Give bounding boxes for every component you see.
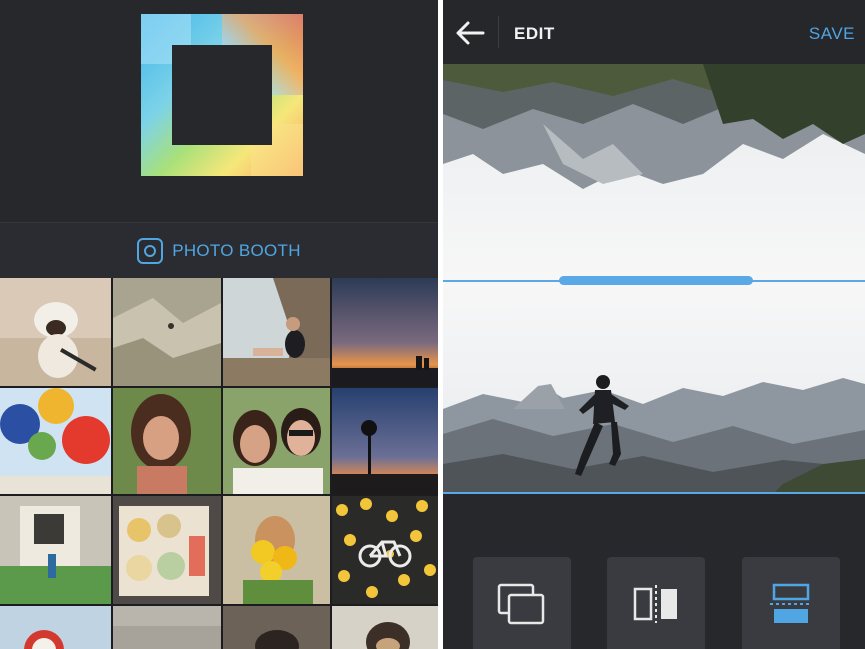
photo-thumbnail[interactable] <box>332 606 438 649</box>
photo-thumbnail[interactable] <box>113 606 221 649</box>
save-button[interactable]: SAVE <box>809 24 855 44</box>
layout-home-screen: PHOTO BOOTH <box>0 0 438 649</box>
edit-tools <box>443 494 865 649</box>
photo-thumbnail[interactable] <box>223 496 330 604</box>
back-arrow-icon[interactable] <box>455 20 485 46</box>
replace-icon <box>497 583 545 625</box>
photo-booth-label: PHOTO BOOTH <box>172 240 301 260</box>
app-header <box>0 0 438 222</box>
flip-icon <box>770 583 812 623</box>
photo-thumbnail[interactable] <box>332 496 438 604</box>
edit-screen: EDIT SAVE <box>443 0 865 649</box>
photo-thumbnail[interactable] <box>223 278 330 386</box>
toolbar-divider <box>498 16 499 48</box>
layout-logo-icon <box>141 14 303 176</box>
photo-thumbnail[interactable] <box>223 606 330 649</box>
photo-thumbnail[interactable] <box>113 278 221 386</box>
flip-button[interactable] <box>742 557 840 649</box>
page-title: EDIT <box>514 24 555 43</box>
photo-thumbnail[interactable] <box>0 606 111 649</box>
resize-handle[interactable] <box>559 276 753 285</box>
edit-toolbar: EDIT SAVE <box>443 0 865 64</box>
photo-thumbnail[interactable] <box>332 388 438 494</box>
photo-grid <box>0 278 438 649</box>
mirror-button[interactable] <box>607 557 705 649</box>
photo-booth-button[interactable]: PHOTO BOOTH <box>0 222 438 278</box>
photo-thumbnail[interactable] <box>113 496 221 604</box>
photo-thumbnail[interactable] <box>113 388 221 494</box>
photo-thumbnail[interactable] <box>0 496 111 604</box>
photo-thumbnail[interactable] <box>0 278 111 386</box>
photo-thumbnail[interactable] <box>332 278 438 386</box>
photo-thumbnail[interactable] <box>223 388 330 494</box>
photo-thumbnail[interactable] <box>0 388 111 494</box>
mirror-icon <box>633 585 677 623</box>
layout-canvas[interactable] <box>443 64 865 494</box>
camera-icon <box>137 237 164 264</box>
replace-button[interactable] <box>473 557 571 649</box>
